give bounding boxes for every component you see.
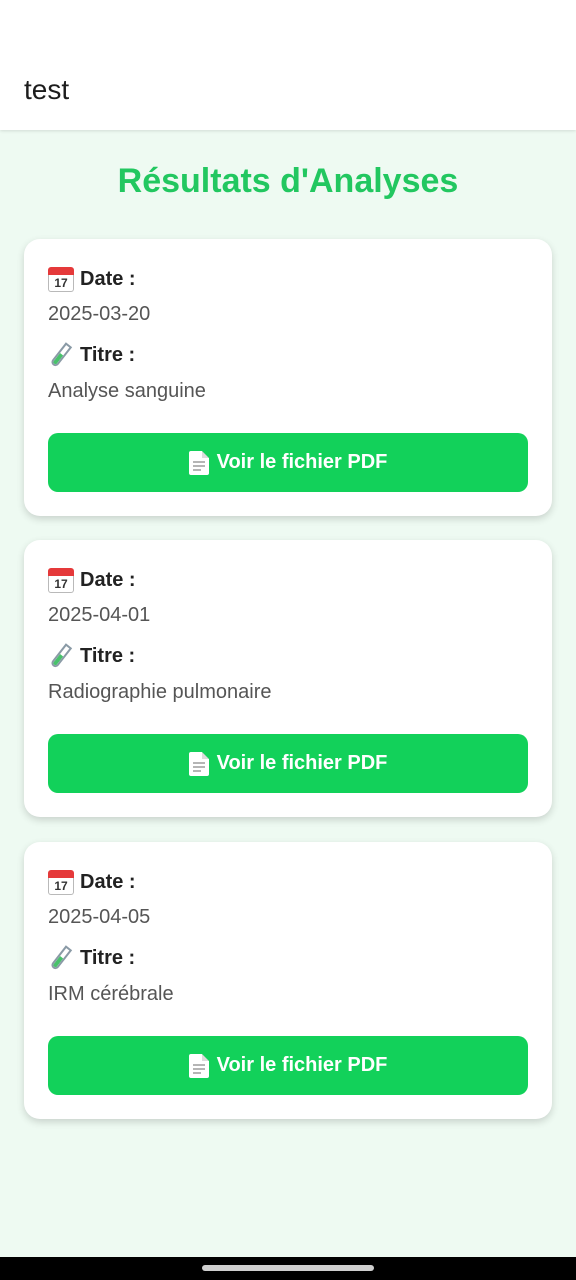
date-label: Date :	[80, 267, 136, 290]
date-value: 2025-04-05	[48, 906, 151, 928]
date-label: Date :	[80, 870, 136, 893]
title-label: Titre :	[80, 644, 136, 667]
title-label: Titre :	[80, 946, 136, 969]
title-label-row: Titre :	[48, 341, 135, 369]
app-bar-title: test	[24, 74, 70, 105]
title-value: Analyse sanguine	[48, 380, 206, 402]
date-label-row: 17 Date :	[48, 265, 136, 293]
view-pdf-button[interactable]: Voir le fichier PDF	[48, 433, 528, 492]
view-pdf-button[interactable]: Voir le fichier PDF	[48, 1036, 528, 1095]
date-value: 2025-03-20	[48, 303, 151, 325]
title-label-row: Titre :	[48, 944, 135, 972]
home-gesture-handle[interactable]	[202, 1265, 374, 1271]
document-icon	[188, 450, 209, 475]
title-value: IRM cérébrale	[48, 983, 174, 1005]
date-label-row: 17 Date :	[48, 566, 136, 594]
date-value: 2025-04-01	[48, 604, 151, 626]
calendar-icon: 17	[48, 567, 74, 593]
title-value: Radiographie pulmonaire	[48, 681, 272, 703]
app-bar: test	[0, 0, 576, 130]
test-tube-icon	[48, 643, 74, 669]
result-card: 17 Date : 2025-03-20 Titre : Analyse san…	[24, 239, 552, 516]
page-title: Résultats d'Analyses	[117, 162, 459, 200]
document-icon	[188, 1053, 209, 1078]
test-tube-icon	[48, 342, 74, 368]
result-card: 17 Date : 2025-04-05 Titre : IRM cérébra…	[24, 842, 552, 1119]
calendar-icon: 17	[48, 869, 74, 895]
view-pdf-button-label: Voir le fichier PDF	[216, 752, 388, 774]
view-pdf-button-label: Voir le fichier PDF	[216, 1054, 388, 1076]
result-card: 17 Date : 2025-04-01 Titre : Radiographi…	[24, 540, 552, 817]
view-pdf-button-label: Voir le fichier PDF	[216, 451, 388, 473]
title-label: Titre :	[80, 343, 136, 366]
document-icon	[188, 751, 209, 776]
date-label: Date :	[80, 568, 136, 591]
system-navigation-bar	[0, 1257, 576, 1280]
date-label-row: 17 Date :	[48, 868, 136, 896]
calendar-icon: 17	[48, 266, 74, 292]
view-pdf-button[interactable]: Voir le fichier PDF	[48, 734, 528, 793]
title-label-row: Titre :	[48, 642, 135, 670]
test-tube-icon	[48, 945, 74, 971]
